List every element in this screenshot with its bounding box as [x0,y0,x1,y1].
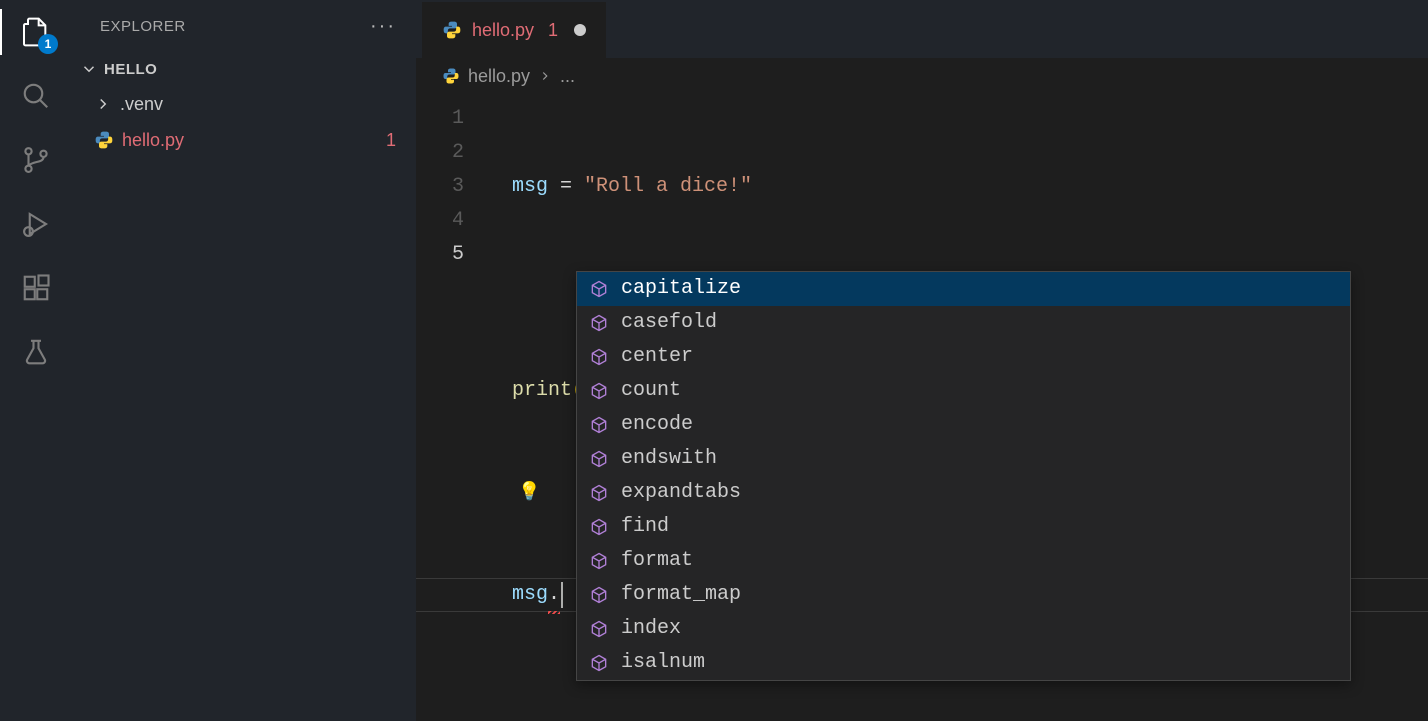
method-icon [589,619,609,639]
tab-hello[interactable]: hello.py 1 [422,2,606,58]
activity-run-debug[interactable] [18,206,54,242]
modified-indicator [574,24,586,36]
source-control-icon [21,145,51,175]
suggest-item[interactable]: casefold [577,306,1350,340]
tree-item-label: .venv [120,94,396,115]
folder-header[interactable]: HELLO [72,52,416,86]
sidebar-title: EXPLORER [100,18,186,35]
method-icon [589,517,609,537]
run-debug-icon [21,209,51,239]
lightbulb-icon[interactable]: 💡 [518,476,540,510]
breadcrumb-rest: ... [560,66,575,87]
suggest-item[interactable]: expandtabs [577,476,1350,510]
search-icon [21,81,51,111]
method-icon [589,483,609,503]
activity-search[interactable] [18,78,54,114]
intellisense-popup[interactable]: capitalize casefold center count encode … [576,271,1351,681]
breadcrumb-file: hello.py [468,66,530,87]
more-icon[interactable]: ··· [370,15,396,38]
chevron-down-icon [80,60,98,78]
tab-bar: hello.py 1 [416,0,1428,58]
activity-extensions[interactable] [18,270,54,306]
method-icon [589,279,609,299]
suggest-item[interactable]: capitalize [577,272,1350,306]
suggest-item[interactable]: center [577,340,1350,374]
suggest-item[interactable]: format_map [577,578,1350,612]
breadcrumb[interactable]: hello.py ... [416,58,1428,94]
tab-problem-count: 1 [548,20,558,41]
beaker-icon [21,337,51,367]
tree-item-label: hello.py [122,130,378,151]
suggest-item[interactable]: isalnum [577,646,1350,680]
code-editor[interactable]: 1 2 3 4 5 msg = "Roll a dice!" print(msg… [416,94,1428,721]
chevron-right-icon [94,95,112,113]
python-icon [94,130,114,150]
sidebar-header: EXPLORER ··· [72,0,416,52]
method-icon [589,449,609,469]
tree-item-hello[interactable]: hello.py 1 [72,122,416,158]
tree-item-problems: 1 [386,130,396,151]
method-icon [589,653,609,673]
tab-title: hello.py [472,20,534,41]
explorer-badge: 1 [38,34,58,54]
method-icon [589,313,609,333]
extensions-icon [21,273,51,303]
method-icon [589,585,609,605]
explorer-sidebar: EXPLORER ··· HELLO .venv hello.py 1 [72,0,416,721]
chevron-right-icon [538,69,552,83]
python-icon [442,20,462,40]
method-icon [589,415,609,435]
activity-testing[interactable] [18,334,54,370]
gutter: 1 2 3 4 5 [416,102,488,272]
suggest-item[interactable]: index [577,612,1350,646]
method-icon [589,381,609,401]
activity-bar: 1 [0,0,72,721]
suggest-item[interactable]: count [577,374,1350,408]
folder-name: HELLO [104,61,157,78]
suggest-item[interactable]: endswith [577,442,1350,476]
suggest-item[interactable]: find [577,510,1350,544]
method-icon [589,551,609,571]
editor-area: hello.py 1 hello.py ... 1 2 3 4 5 msg = … [416,0,1428,721]
suggest-item[interactable]: encode [577,408,1350,442]
suggest-item[interactable]: format [577,544,1350,578]
python-icon [442,67,460,85]
activity-source-control[interactable] [18,142,54,178]
method-icon [589,347,609,367]
text-cursor [561,582,563,608]
tree-item-venv[interactable]: .venv [72,86,416,122]
activity-explorer[interactable]: 1 [18,14,54,50]
